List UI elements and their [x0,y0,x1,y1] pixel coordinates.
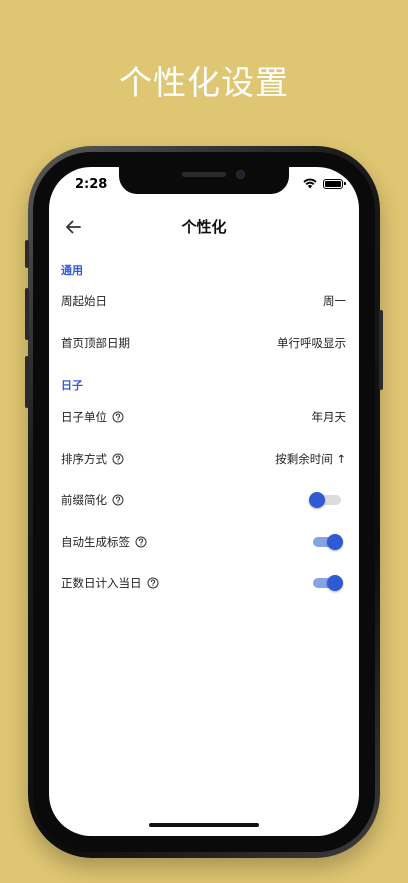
home-indicator[interactable] [149,823,259,827]
setting-day-unit[interactable]: 日子单位 年月天 [49,398,359,434]
setting-label: 正数日计入当日 [61,575,159,591]
wifi-icon [303,178,317,189]
setting-label-text: 自动生成标签 [61,535,130,549]
phone-silent-switch [25,240,29,268]
toggle-thumb [327,534,343,550]
auto-tags-toggle[interactable] [313,534,343,550]
setting-value: 年月天 [311,410,347,424]
setting-value: 按剩余时间 ↑ [275,452,346,466]
status-time: 2:28 [75,177,108,192]
page-title: 个性化 [181,218,227,236]
help-circle-icon[interactable] [112,453,124,465]
section-header-days: 日子 [61,379,83,392]
notch [119,167,289,194]
section-header-general: 通用 [61,264,83,277]
phone-power-button [379,310,383,390]
help-circle-icon[interactable] [135,536,147,548]
promo-title: 个性化设置 [119,63,289,102]
setting-label-text: 周起始日 [61,294,107,308]
setting-label: 首页顶部日期 [61,335,130,351]
phone-volume-down [25,356,29,408]
setting-count-today: 正数日计入当日 [49,564,359,600]
setting-label: 前缀简化 [61,492,124,508]
phone-screen: 2:28 个性化 通用 周起始日 周一 首页顶部日期 单行呼吸显示 日子 日子单… [49,167,359,836]
setting-prefix-simplify: 前缀简化 [49,481,359,517]
app-bar: 个性化 [49,207,359,247]
phone-volume-up [25,288,29,340]
prefix-simplify-toggle[interactable] [309,492,341,508]
battery-level [325,180,341,187]
setting-label-text: 前缀简化 [61,493,107,507]
speaker [182,172,226,177]
setting-label: 排序方式 [61,451,124,467]
setting-label-text: 日子单位 [61,410,107,424]
setting-sort-order[interactable]: 排序方式 按剩余时间 ↑ [49,440,359,476]
status-icons [303,178,346,189]
setting-week-start[interactable]: 周起始日 周一 [49,282,359,318]
setting-label: 周起始日 [61,293,107,309]
setting-label-text: 排序方式 [61,452,107,466]
help-circle-icon[interactable] [147,577,159,589]
help-circle-icon[interactable] [112,411,124,423]
setting-home-date[interactable]: 首页顶部日期 单行呼吸显示 [49,324,359,360]
count-today-toggle[interactable] [313,575,343,591]
toggle-thumb [327,575,343,591]
setting-value: 周一 [323,294,346,308]
battery-icon [323,178,346,189]
setting-label: 日子单位 [61,409,124,425]
toggle-thumb [309,492,325,508]
setting-label-text: 首页顶部日期 [61,336,130,350]
setting-auto-tags: 自动生成标签 [49,523,359,559]
front-camera [236,170,245,179]
setting-label: 自动生成标签 [61,534,147,550]
setting-value: 单行呼吸显示 [277,336,346,350]
setting-label-text: 正数日计入当日 [61,576,142,590]
help-circle-icon[interactable] [112,494,124,506]
